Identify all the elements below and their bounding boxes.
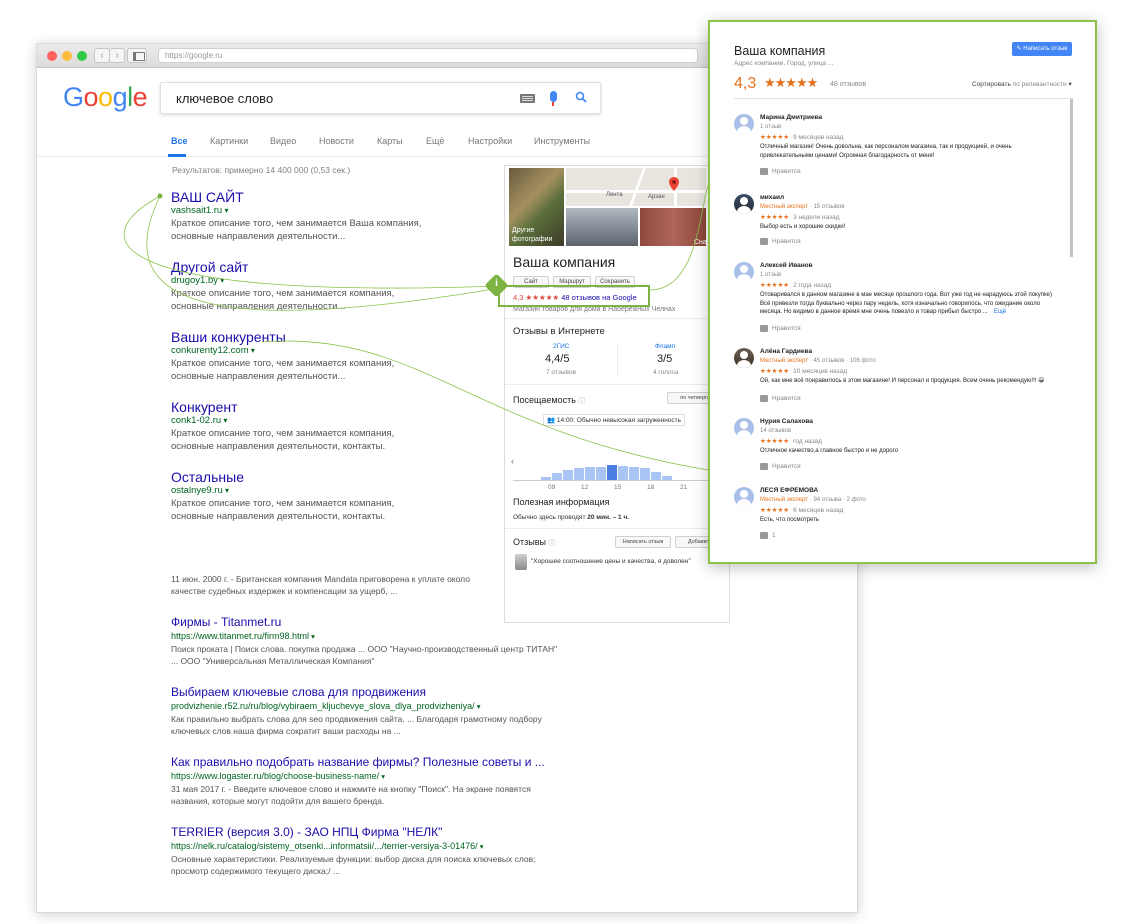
sort-dropdown[interactable]: Сортировать по релевантности ▾: [972, 80, 1072, 88]
reviewer-meta: 1 отзыв: [760, 272, 782, 278]
review-item: ЛЕСЯ ЕФРЕМОВА Местный эксперт · 94 отзыв…: [734, 487, 1064, 543]
avatar[interactable]: [734, 487, 754, 507]
avatar[interactable]: [734, 348, 754, 368]
reviews-popup: Ваша компания Адрес компании, Город, ули…: [708, 20, 1097, 564]
reviewer-name[interactable]: ЛЕСЯ ЕФРЕМОВА: [760, 487, 818, 494]
review-text: Есть, что посмотреть: [760, 517, 819, 523]
review-stars: ★★★★★ 9 месяцев назад: [760, 134, 844, 141]
reviewer-meta: Местный эксперт · 45 отзывов · 106 фото: [760, 358, 876, 364]
reviewer-name[interactable]: Алёна Гардиева: [760, 348, 812, 355]
like-button[interactable]: Нравится: [760, 238, 801, 245]
popup-review-count: 48 отзывов: [830, 81, 867, 88]
review-stars: ★★★★★ 6 месяцев назад: [760, 507, 844, 514]
avatar[interactable]: [734, 418, 754, 438]
like-button[interactable]: Нравится: [760, 325, 801, 332]
reviewer-meta: 14 отзывов: [760, 428, 792, 434]
highlight-badge-icon: i: [495, 278, 498, 289]
reviewer-name[interactable]: Алексей Иванов: [760, 262, 813, 269]
review-item: Нурия Салахова 14 отзывов ★★★★★ год назад…: [734, 418, 1064, 474]
like-button[interactable]: Нравится: [760, 168, 801, 175]
review-text: Отоваривался в данном магазине в мае мес…: [760, 292, 1052, 315]
like-button[interactable]: Нравится: [760, 395, 801, 402]
popup-rating-value: 4,3: [734, 75, 757, 92]
review-stars: ★★★★★ год назад: [760, 438, 822, 445]
write-review-button[interactable]: ✎ Написать отзыв: [1012, 42, 1072, 56]
reviewer-meta: Местный эксперт · 94 отзыва · 2 фото: [760, 497, 866, 503]
review-text: Выбор есть и хорошие скидки!: [760, 224, 846, 230]
review-item: Марина Дмитриева 1 отзыв ★★★★★ 9 месяцев …: [734, 114, 1064, 176]
thumbs-up-icon: [760, 532, 768, 539]
reviewer-name[interactable]: Нурия Салахова: [760, 418, 813, 425]
thumbs-up-icon: [760, 463, 768, 470]
avatar[interactable]: [734, 262, 754, 282]
review-item: Алёна Гардиева Местный эксперт · 45 отзы…: [734, 348, 1064, 406]
review-text: Отличный магазин! Очень довольна, как пе…: [760, 144, 1012, 159]
thumbs-up-icon: [760, 238, 768, 245]
reviewer-meta: Местный эксперт · 15 отзывов: [760, 204, 845, 210]
review-text: Отличное качество,а главное быстро и не …: [760, 448, 899, 454]
thumbs-up-icon: [760, 395, 768, 402]
review-stars: ★★★★★ 10 месяцев назад: [760, 368, 848, 375]
popup-rating-stars: ★★★★★: [764, 75, 818, 90]
thumbs-up-icon: [760, 168, 768, 175]
avatar[interactable]: [734, 194, 754, 214]
reviewer-meta: 1 отзыв: [760, 124, 782, 130]
scrollbar[interactable]: [1070, 99, 1073, 257]
reviewer-name[interactable]: михаил: [760, 194, 784, 201]
review-stars: ★★★★★ 3 недели назад: [760, 214, 840, 221]
rating-highlight-box: [498, 285, 650, 307]
reviewer-name[interactable]: Марина Дмитриева: [760, 114, 822, 121]
like-button[interactable]: 1: [760, 532, 776, 539]
read-more-link[interactable]: Ещё: [994, 309, 1006, 315]
review-stars: ★★★★★ 2 года назад: [760, 282, 831, 289]
thumbs-up-icon: [760, 325, 768, 332]
review-text: Ой, как мне всё понравилось в этом магаз…: [760, 378, 1045, 384]
like-button[interactable]: Нравится: [760, 463, 801, 470]
popup-title: Ваша компания: [734, 44, 826, 58]
review-item: михаил Местный эксперт · 15 отзывов ★★★★…: [734, 194, 1064, 252]
avatar[interactable]: [734, 114, 754, 134]
review-item: Алексей Иванов 1 отзыв ★★★★★ 2 года назад…: [734, 262, 1064, 336]
popup-address: Адрес компании, Город, улица ...: [734, 60, 834, 67]
